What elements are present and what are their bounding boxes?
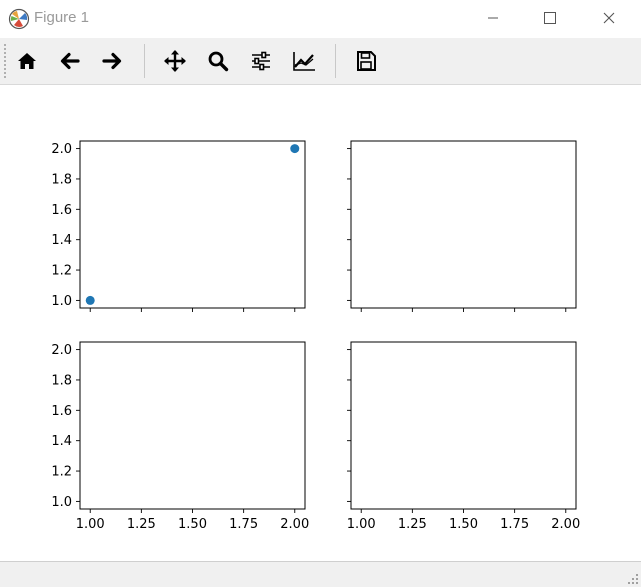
y-tick-label: 1.6 [51,203,72,218]
y-tick-label: 1.0 [51,495,72,510]
edit-axes-button[interactable] [288,45,320,77]
zoom-button[interactable] [202,45,234,77]
navigation-toolbar [0,38,641,85]
subplot-top-right [347,140,577,312]
x-tick-label: 1.00 [76,517,105,532]
axes-frame [79,140,306,309]
subplot-top-left: 1.0 1.2 1.4 1.6 1.8 2.0 [51,140,306,312]
arrow-left-icon [60,52,80,70]
status-bar [0,561,641,587]
home-button[interactable] [11,45,43,77]
line-chart-icon [293,52,315,71]
magnifier-icon [208,51,229,72]
save-button[interactable] [350,45,382,77]
y-tick-label: 2.0 [51,142,72,157]
x-tick-label: 1.00 [347,517,376,532]
x-tick-label: 1.25 [398,517,427,532]
x-tick-label: 1.75 [229,517,258,532]
toolbar-grip[interactable] [4,44,9,78]
y-tick-label: 1.2 [51,264,72,279]
figure-canvas[interactable]: 1.0 1.2 1.4 1.6 1.8 2.0 1.00 1.25 1.50 1.75 2.00 1.… [0,85,641,561]
title-bar: Figure 1 [0,0,641,39]
axes-frame [79,341,306,510]
minimize-button[interactable] [470,0,516,36]
move-icon [164,50,186,72]
sliders-icon [252,51,270,71]
toolbar-separator [144,44,145,78]
home-icon [18,53,36,69]
toolbar-separator [335,44,336,78]
data-point [290,144,300,154]
x-tick-label: 2.00 [280,517,309,532]
forward-button[interactable] [96,45,128,77]
x-tick-label: 2.00 [551,517,580,532]
y-tick-label: 1.4 [51,434,72,449]
y-tick-label: 1.8 [51,172,72,187]
subplot-bottom-right: 1.00 1.25 1.50 1.75 2.00 [347,341,580,532]
subplot-bottom-left: 1.00 1.25 1.50 1.75 2.00 1.0 1.2 1.4 1.6 1.8 2.0 [51,341,309,532]
y-tick-label: 1.2 [51,465,72,480]
x-tick-label: 1.50 [449,517,478,532]
maximize-button[interactable] [527,0,573,36]
y-tick-label: 1.6 [51,404,72,419]
pan-button[interactable] [159,45,191,77]
figure-svg: 1.01.21.41.61.82.01.00 1.25 1.50 1.75 2.001.… [51,140,580,532]
arrow-right-icon [102,52,122,70]
maximize-icon [544,12,556,24]
y-tick-label: 1.4 [51,233,72,248]
window-title: Figure 1 [34,9,90,26]
x-tick-label: 1.50 [178,517,207,532]
floppy-disk-icon [357,51,376,71]
y-tick-label: 2.0 [51,343,72,358]
y-tick-label: 1.0 [51,294,72,309]
axes-frame [350,140,577,309]
subplots-button[interactable] [245,45,277,77]
data-point [85,295,95,305]
matplotlib-icon [8,8,30,30]
axes-frame [350,341,577,510]
close-button[interactable] [586,0,632,36]
x-tick-label: 1.75 [500,517,529,532]
resize-grip-icon[interactable] [627,573,639,585]
y-tick-label: 1.8 [51,373,72,388]
back-button[interactable] [54,45,86,77]
minimize-icon [488,17,498,19]
x-tick-label: 1.25 [127,517,156,532]
close-icon [603,12,615,24]
